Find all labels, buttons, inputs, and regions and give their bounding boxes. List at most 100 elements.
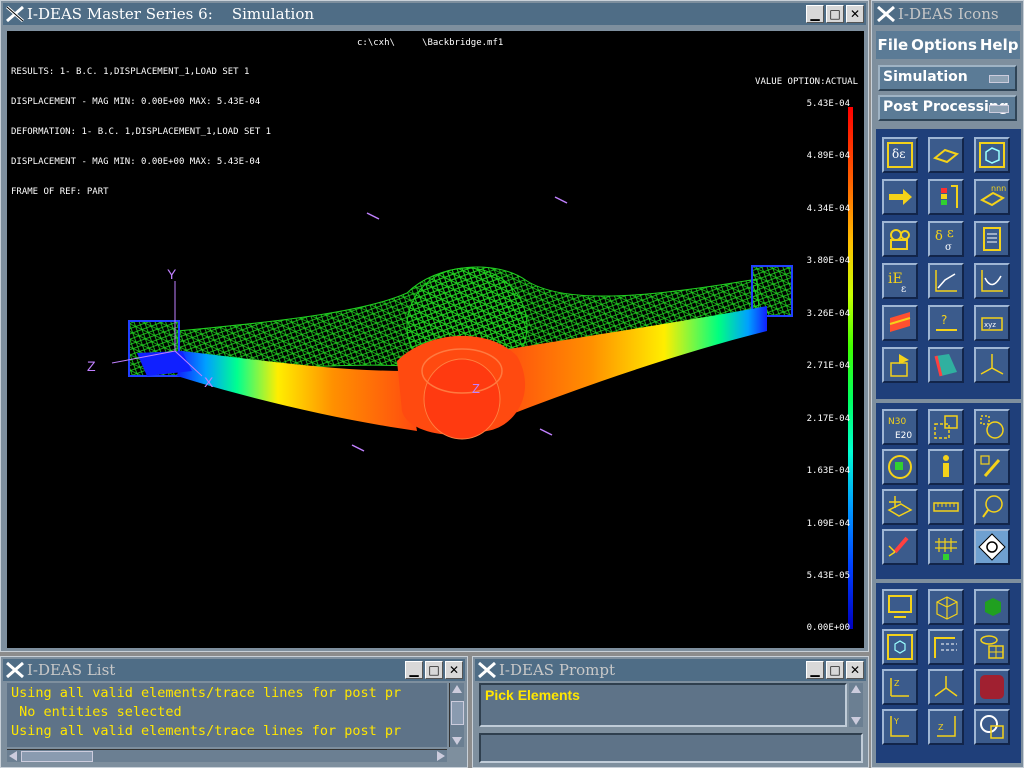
save-view-button[interactable] <box>974 709 1010 745</box>
scroll-up-icon[interactable] <box>452 685 462 693</box>
scroll-up-icon[interactable] <box>851 685 861 693</box>
export-results-button[interactable] <box>882 347 918 383</box>
xz-graph-button[interactable] <box>974 263 1010 299</box>
animation-icon: nnn <box>979 184 1006 207</box>
maximize-button[interactable]: □ <box>826 661 844 679</box>
front-view-button[interactable]: Z <box>882 669 918 705</box>
icons-window: I-DEAS Icons File Options Help Simulatio… <box>871 0 1024 768</box>
scroll-down-icon[interactable] <box>452 737 462 745</box>
result-selection-button[interactable]: δεσ <box>928 221 964 257</box>
display-filter-button[interactable] <box>882 449 918 485</box>
icons-window-title: I-DEAS Icons <box>898 5 999 23</box>
xy-graph-button[interactable] <box>928 263 964 299</box>
stop-button[interactable] <box>974 669 1010 705</box>
graphics-viewport[interactable]: RESULTS: 1- B.C. 1,DISPLACEMENT_1,LOAD S… <box>7 31 864 648</box>
scroll-left-icon[interactable] <box>9 751 17 761</box>
color-bar-button[interactable] <box>928 179 964 215</box>
list-title-bar[interactable]: I-DEAS List <box>3 659 465 681</box>
zy-axes-icon: Z <box>937 716 956 737</box>
contour-display-button[interactable] <box>974 137 1010 173</box>
node-count-icon: N30E20 <box>888 417 912 441</box>
menu-help[interactable]: Help <box>980 36 1019 54</box>
shape-select-button[interactable] <box>974 409 1010 445</box>
mesh-grid-button[interactable] <box>928 529 964 565</box>
x-logo-icon[interactable] <box>5 4 25 24</box>
document-icon <box>983 227 1001 251</box>
subtask-selector[interactable]: Post Processing <box>878 95 1017 121</box>
mesh-display-button[interactable] <box>928 347 964 383</box>
fea-model: Y Z X Z <box>87 196 793 452</box>
modify-entity-button[interactable] <box>928 409 964 445</box>
svg-text:δε: δε <box>892 147 905 161</box>
x-logo-icon[interactable] <box>876 4 896 24</box>
value-list-button[interactable]: xyz <box>974 305 1010 341</box>
probe-button[interactable]: ? <box>928 305 964 341</box>
icons-menubar: File Options Help <box>876 31 1020 59</box>
info-results-button[interactable]: iE ε <box>882 263 918 299</box>
prompt-scrollbar[interactable] <box>849 683 863 727</box>
paint-button[interactable] <box>974 449 1010 485</box>
close-button[interactable]: ✕ <box>445 661 463 679</box>
main-title-bar[interactable]: I-DEAS Master Series 6: Simulation <box>3 3 866 25</box>
prompt-message: Pick Elements <box>485 687 580 703</box>
stress-strain-results-button[interactable]: δε <box>882 137 918 173</box>
minimize-button[interactable]: ▁ <box>806 5 824 23</box>
x-logo-icon[interactable] <box>5 660 25 680</box>
menu-file[interactable]: File <box>877 36 908 54</box>
top-view-button[interactable]: Y <box>882 709 918 745</box>
list-line: Using all valid elements/trace lines for… <box>11 685 402 701</box>
section-display-button[interactable] <box>882 305 918 341</box>
menu-options[interactable]: Options <box>911 36 977 54</box>
list-output[interactable]: Using all valid elements/trace lines for… <box>7 683 447 747</box>
list-window-title: I-DEAS List <box>27 661 116 679</box>
pan-button[interactable] <box>928 629 964 665</box>
view-layout-button[interactable] <box>974 629 1010 665</box>
scroll-thumb[interactable] <box>451 701 464 725</box>
shaded-view-button[interactable] <box>974 589 1010 625</box>
redraw-button[interactable] <box>882 589 918 625</box>
maximize-button[interactable]: □ <box>826 5 844 23</box>
wireframe-view-button[interactable] <box>928 589 964 625</box>
minimize-button[interactable]: ▁ <box>806 661 824 679</box>
ruler-icon <box>933 502 959 512</box>
light-source-button[interactable] <box>974 489 1010 525</box>
camera-button[interactable] <box>882 221 918 257</box>
minimize-button[interactable]: ▁ <box>405 661 423 679</box>
report-button[interactable] <box>974 221 1010 257</box>
maximize-icon: □ <box>428 663 440 677</box>
scroll-down-icon[interactable] <box>851 717 861 725</box>
scroll-right-icon[interactable] <box>437 751 445 761</box>
measure-button[interactable] <box>928 489 964 525</box>
list-horizontal-scrollbar[interactable] <box>7 749 447 762</box>
workplane-button[interactable] <box>882 489 918 525</box>
zoom-all-button[interactable] <box>882 629 918 665</box>
prompt-input[interactable] <box>479 733 863 763</box>
info-button[interactable] <box>928 449 964 485</box>
coordinate-system-button[interactable] <box>974 347 1010 383</box>
isometric-view-button[interactable] <box>928 669 964 705</box>
svg-text:?: ? <box>941 313 947 327</box>
maximize-button[interactable]: □ <box>425 661 443 679</box>
list-vertical-scrollbar[interactable] <box>449 683 464 747</box>
deformed-shape-button[interactable] <box>928 137 964 173</box>
main-graphics-window: I-DEAS Master Series 6: Simulation ▁ □ ✕… <box>0 0 869 652</box>
node-element-count-button[interactable]: N30 E20 <box>882 409 918 445</box>
h-scroll-thumb[interactable] <box>21 751 93 762</box>
clear-display-button[interactable] <box>882 529 918 565</box>
yx-axes-icon: Y <box>890 716 909 737</box>
list-line: Using all valid elements/trace lines for… <box>11 723 402 739</box>
svg-text:xyz: xyz <box>984 321 996 329</box>
x-logo-icon[interactable] <box>477 660 497 680</box>
arrow-display-button[interactable] <box>882 179 918 215</box>
close-button[interactable]: ✕ <box>846 661 864 679</box>
animation-button[interactable]: nnn <box>974 179 1010 215</box>
close-button[interactable]: ✕ <box>846 5 864 23</box>
icons-title-bar[interactable]: I-DEAS Icons <box>874 3 1021 25</box>
hidden-line-button[interactable] <box>974 529 1010 565</box>
task-selector[interactable]: Simulation <box>878 65 1017 91</box>
side-view-button[interactable]: Z <box>928 709 964 745</box>
wire-cube-icon <box>936 596 958 620</box>
y-axis-label: Y <box>167 266 177 282</box>
z-axis-label: Z <box>87 358 96 374</box>
xyz-values-icon: xyz <box>981 317 1003 331</box>
